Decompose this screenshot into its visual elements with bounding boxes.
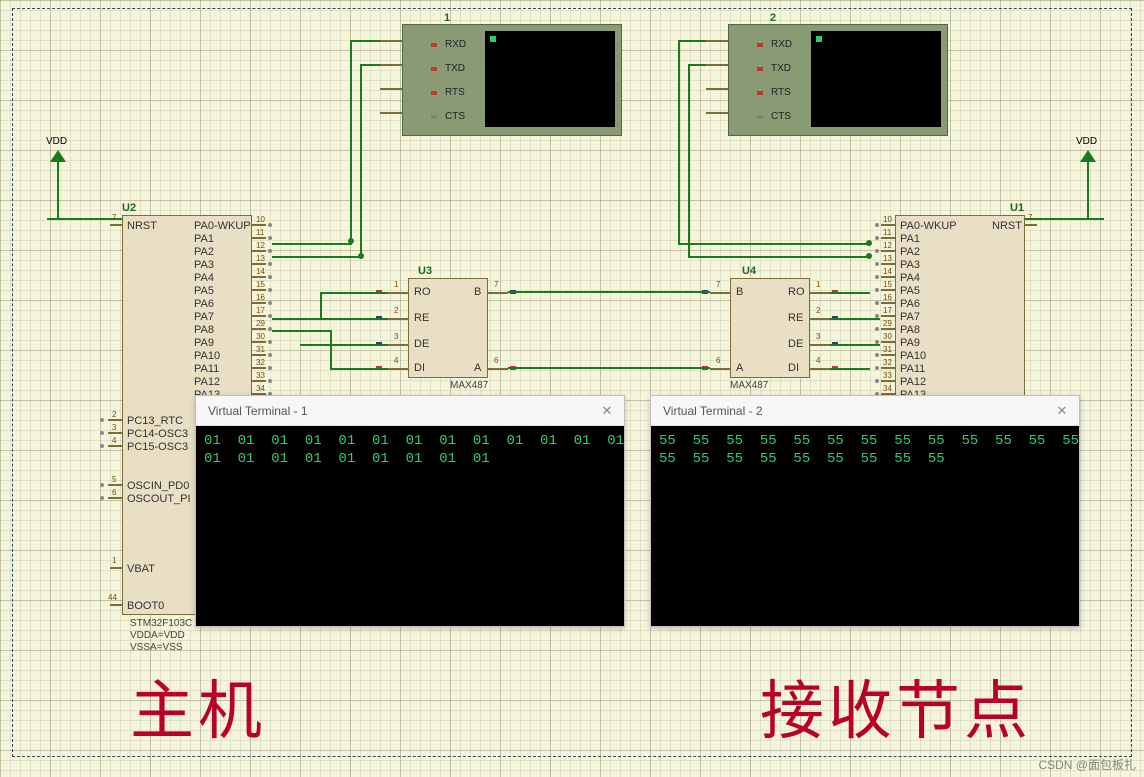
pin	[706, 112, 728, 114]
pin	[380, 88, 402, 90]
vterm-graphic-2[interactable]: RXD TXD RTS CTS	[728, 24, 948, 136]
pin	[706, 64, 728, 66]
pin-label: PA5	[194, 285, 248, 297]
u1-ref: U1	[1010, 202, 1024, 214]
pin	[706, 88, 728, 90]
caption-receiver: 接收节点	[760, 660, 1032, 752]
pin-label: PA0-WKUP	[194, 220, 248, 232]
pin-label: TXD	[445, 63, 465, 74]
pin-label: RXD	[771, 39, 792, 50]
pin-label: PA9	[194, 337, 248, 349]
terminal1-content: 01 01 01 01 01 01 01 01 01 01 01 01 01 0…	[196, 426, 624, 626]
close-icon[interactable]: ✕	[1051, 400, 1073, 422]
pin-label: PA1	[194, 233, 248, 245]
u4-type: MAX487	[730, 380, 768, 391]
u2-vbat: VBAT	[127, 563, 155, 575]
vterm-graphic-1[interactable]: RXD TXD RTS CTS	[402, 24, 622, 136]
vterm2-ref: 2	[770, 12, 776, 24]
pin-label: PA10	[194, 350, 248, 362]
terminal-window-2[interactable]: Virtual Terminal - 2 ✕ 55 55 55 55 55 55…	[650, 395, 1080, 627]
u4-ref: U4	[742, 265, 756, 277]
terminal2-content: 55 55 55 55 55 55 55 55 55 55 55 55 55 5…	[651, 426, 1079, 626]
pin	[380, 40, 402, 42]
pin-label: CTS	[771, 111, 791, 122]
vterm1-ref: 1	[444, 12, 450, 24]
pin-label: RTS	[445, 87, 465, 98]
pin-label: RXD	[445, 39, 466, 50]
wire	[57, 182, 59, 218]
u2-boot0: BOOT0	[127, 600, 164, 612]
pin-label: PA11	[194, 363, 248, 375]
terminal2-title: Virtual Terminal - 2	[663, 404, 763, 418]
wire-a	[508, 367, 710, 369]
pin-label: PA8	[194, 324, 248, 336]
pin	[380, 112, 402, 114]
terminal-window-1[interactable]: Virtual Terminal - 1 ✕ 01 01 01 01 01 01…	[195, 395, 625, 627]
vdd-label: VDD	[1076, 136, 1097, 147]
wire-b	[508, 291, 710, 293]
u3-type: MAX487	[450, 380, 488, 391]
pin-label: TXD	[771, 63, 791, 74]
pin-label: PA4	[194, 272, 248, 284]
wire	[1024, 218, 1104, 220]
pin-label: PA3	[194, 259, 248, 271]
close-icon[interactable]: ✕	[596, 400, 618, 422]
watermark: CSDN @面包板扎	[1038, 756, 1136, 773]
pin-label: CTS	[445, 111, 465, 122]
pin-label: PA2	[194, 246, 248, 258]
u2-ref: U2	[122, 202, 136, 214]
u1-nrst: NRST	[992, 220, 1022, 232]
pin	[380, 64, 402, 66]
pin-label: RTS	[771, 87, 791, 98]
pin	[706, 40, 728, 42]
pin-label: PA7	[194, 311, 248, 323]
caption-host: 主机	[130, 660, 266, 752]
pin-label: PA12	[194, 376, 248, 388]
vdd-label: VDD	[46, 136, 67, 147]
pin-label: PA6	[194, 298, 248, 310]
u3-ref: U3	[418, 265, 432, 277]
u2-nrst: NRST	[127, 220, 157, 232]
wire	[1087, 182, 1089, 218]
terminal1-title: Virtual Terminal - 1	[208, 404, 308, 418]
